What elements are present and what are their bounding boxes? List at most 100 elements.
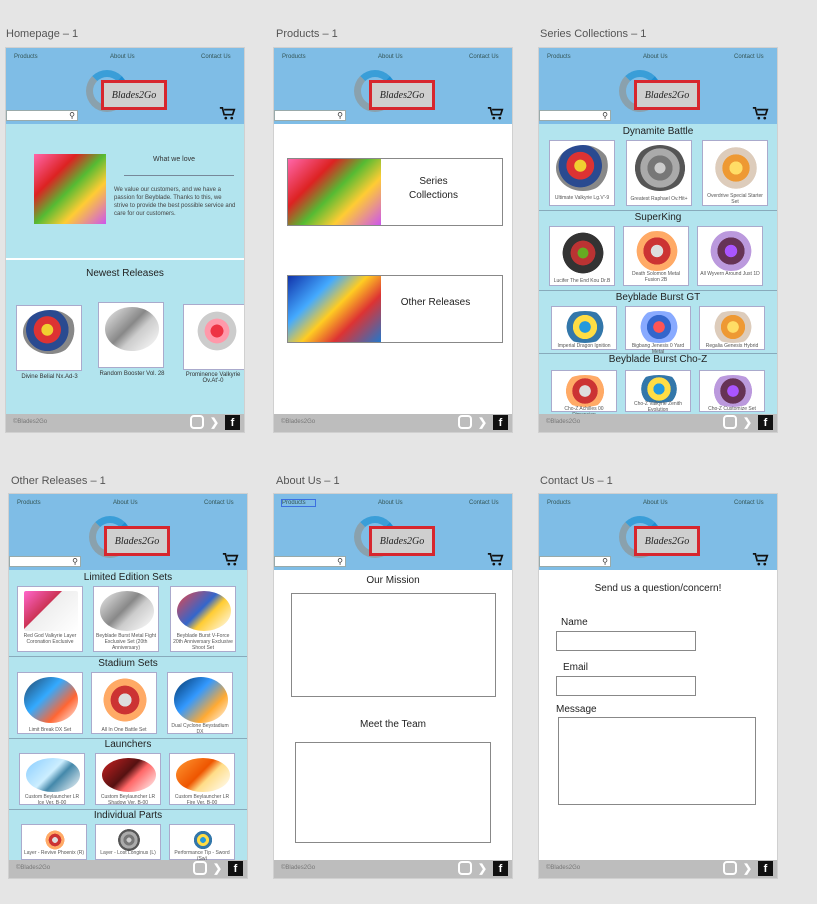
product-card[interactable]: Regalia Genesis Hybrid [699, 306, 765, 350]
nav-products[interactable]: Products [282, 54, 306, 60]
nav-contact[interactable]: Contact Us [201, 54, 231, 60]
product-card[interactable]: All In One Battle Set [91, 672, 157, 734]
search-input[interactable]: ⚲ [6, 110, 78, 121]
instagram-icon[interactable] [723, 415, 737, 429]
product-card[interactable] [183, 304, 244, 370]
logo[interactable]: Blades2Go [369, 80, 435, 110]
product-card[interactable]: Imperial Dragon Ignition [551, 306, 617, 350]
product-card[interactable]: Overdrive Special Starter Set [702, 140, 768, 206]
search-input[interactable]: ⚲ [274, 110, 346, 121]
cart-icon[interactable] [487, 106, 504, 120]
product-card[interactable]: Ultimate Valkyrie Lg.V'-9 [549, 140, 615, 206]
product-card[interactable]: Custom Beylauncher LR Fire Ver. B-00 [169, 753, 235, 806]
search-icon[interactable]: ⚲ [72, 557, 78, 566]
product-image [704, 231, 758, 271]
logo[interactable]: Blades2Go [634, 80, 700, 110]
product-image [100, 591, 154, 631]
product-card[interactable] [16, 305, 82, 371]
product-card[interactable]: Cho-Z Valkyrie Zenith Evolution [625, 370, 691, 413]
nav-about[interactable]: About Us [113, 500, 138, 506]
nav-products[interactable]: Products [547, 500, 571, 506]
search-icon[interactable]: ⚲ [602, 557, 608, 566]
footer-copyright: ©Blades2Go [546, 419, 581, 425]
nav-products[interactable]: Products [14, 54, 38, 60]
message-field[interactable] [558, 717, 756, 805]
logo[interactable]: Blades2Go [634, 526, 700, 556]
search-icon[interactable]: ⚲ [602, 111, 608, 120]
product-card[interactable]: Custom Beylauncher LR Shadow Ver. B-00 [95, 753, 161, 806]
product-card[interactable]: Limit Break DX Set [17, 672, 83, 734]
product-card[interactable]: Bigbang Jenesis 0 Yard Metal [625, 306, 691, 355]
series-collections-button[interactable]: Series Collections [287, 158, 503, 226]
cart-icon[interactable] [752, 106, 769, 120]
logo[interactable]: Blades2Go [369, 526, 435, 556]
logo[interactable]: Blades2Go [104, 526, 170, 556]
nav-products[interactable]: Products [17, 500, 41, 506]
facebook-icon[interactable]: f [758, 415, 773, 430]
product-card[interactable]: Beyblade Burst V-Force 20th Anniversary … [170, 586, 236, 652]
product-card[interactable]: Red God Valkyrie Layer Coronation Exclus… [17, 586, 83, 652]
search-input[interactable]: ⚲ [539, 110, 611, 121]
nav-products[interactable]: Products [547, 54, 571, 60]
cart-icon[interactable] [219, 106, 236, 120]
section-title: Stadium Sets [98, 658, 158, 669]
twitter-icon[interactable]: ❯ [475, 415, 490, 430]
product-card[interactable]: Custom Beylauncher LR Ice Ver. B-00 [19, 753, 85, 806]
product-card[interactable]: Performance Tip - Sword (Sw) [169, 824, 235, 862]
nav-products[interactable]: Products [281, 499, 316, 507]
nav-about[interactable]: About Us [378, 500, 403, 506]
product-name: Imperial Dragon Ignition [557, 343, 611, 349]
nav-about[interactable]: About Us [110, 54, 135, 60]
what-we-love-text: We value our customers, and we have a pa… [114, 187, 236, 217]
instagram-icon[interactable] [190, 415, 204, 429]
product-card[interactable]: Death Solomon Metal Fusion 2B [623, 226, 689, 286]
nav-contact[interactable]: Contact Us [469, 54, 499, 60]
product-card[interactable]: Beyblade Burst Metal Fight Exclusive Set… [93, 586, 159, 652]
search-icon[interactable]: ⚲ [337, 557, 343, 566]
twitter-icon[interactable]: ❯ [740, 861, 755, 876]
nav-about[interactable]: About Us [643, 54, 668, 60]
facebook-icon[interactable]: f [228, 861, 243, 876]
search-icon[interactable]: ⚲ [337, 111, 343, 120]
facebook-icon[interactable]: f [493, 861, 508, 876]
search-icon[interactable]: ⚲ [69, 111, 75, 120]
email-field[interactable] [556, 676, 696, 696]
nav-about[interactable]: About Us [643, 500, 668, 506]
search-input[interactable]: ⚲ [9, 556, 81, 567]
cart-icon[interactable] [752, 552, 769, 566]
product-card[interactable]: Lucifer The End Kou Dr.B [549, 226, 615, 286]
cart-icon[interactable] [222, 552, 239, 566]
product-card[interactable]: Greatest Raphael Ov.Hit+ [626, 140, 692, 206]
twitter-icon[interactable]: ❯ [207, 415, 222, 430]
other-releases-button[interactable]: Other Releases [287, 275, 503, 343]
product-card[interactable] [98, 302, 164, 368]
instagram-icon[interactable] [458, 861, 472, 875]
instagram-icon[interactable] [723, 861, 737, 875]
nav-contact[interactable]: Contact Us [204, 500, 234, 506]
product-card[interactable]: Cho-Z Customize Set [699, 370, 765, 412]
cart-icon[interactable] [487, 552, 504, 566]
twitter-icon[interactable]: ❯ [740, 415, 755, 430]
search-input[interactable]: ⚲ [539, 556, 611, 567]
what-we-love-section: What we love We value our customers, and… [6, 124, 244, 258]
facebook-icon[interactable]: f [758, 861, 773, 876]
name-field[interactable] [556, 631, 696, 651]
twitter-icon[interactable]: ❯ [210, 861, 225, 876]
instagram-icon[interactable] [458, 415, 472, 429]
product-card[interactable]: Cho-Z Achilles 00 Dimension [551, 370, 617, 418]
facebook-icon[interactable]: f [225, 415, 240, 430]
nav-about[interactable]: About Us [378, 54, 403, 60]
nav-contact[interactable]: Contact Us [734, 500, 764, 506]
product-card[interactable]: All Wyvern Around Just 1D [697, 226, 763, 286]
product-image [24, 677, 78, 723]
logo[interactable]: Blades2Go [101, 80, 167, 110]
product-card[interactable]: Dual Cyclone Beystadium DX [167, 672, 233, 735]
search-input[interactable]: ⚲ [274, 556, 346, 567]
facebook-icon[interactable]: f [493, 415, 508, 430]
product-card[interactable]: Layer - Revive Phoenix (R) [21, 824, 87, 860]
nav-contact[interactable]: Contact Us [469, 500, 499, 506]
twitter-icon[interactable]: ❯ [475, 861, 490, 876]
product-card[interactable]: Layer - Lost Longinus (L) [95, 824, 161, 860]
instagram-icon[interactable] [193, 861, 207, 875]
nav-contact[interactable]: Contact Us [734, 54, 764, 60]
